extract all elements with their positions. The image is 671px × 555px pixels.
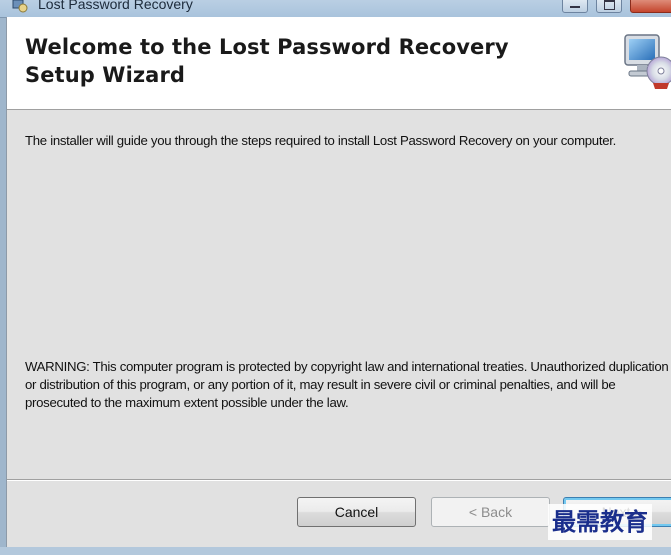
window-title: Lost Password Recovery — [38, 0, 193, 12]
cancel-button[interactable]: Cancel — [297, 497, 416, 527]
installer-app-icon — [12, 0, 28, 13]
back-button[interactable]: < Back — [431, 497, 550, 527]
minimize-icon — [570, 6, 580, 8]
wizard-client-area: Welcome to the Lost Password Recovery Se… — [6, 17, 671, 547]
wizard-banner: Welcome to the Lost Password Recovery Se… — [7, 17, 671, 110]
setup-computer-cd-icon — [624, 34, 671, 89]
installer-window: Lost Password Recovery Welcome to the Lo… — [0, 0, 671, 555]
title-bar[interactable]: Lost Password Recovery — [0, 0, 671, 18]
copyright-warning-text: WARNING: This computer program is protec… — [25, 359, 669, 410]
window-bottom-border — [0, 547, 671, 555]
maximize-button[interactable] — [596, 0, 622, 13]
watermark-logo: 最需教育 — [548, 504, 652, 540]
maximize-icon — [604, 0, 615, 10]
close-button[interactable] — [630, 0, 671, 13]
button-area-divider — [7, 479, 671, 481]
minimize-button[interactable] — [562, 0, 588, 13]
wizard-title: Welcome to the Lost Password Recovery Se… — [25, 35, 509, 87]
intro-text: The installer will guide you through the… — [25, 133, 616, 148]
